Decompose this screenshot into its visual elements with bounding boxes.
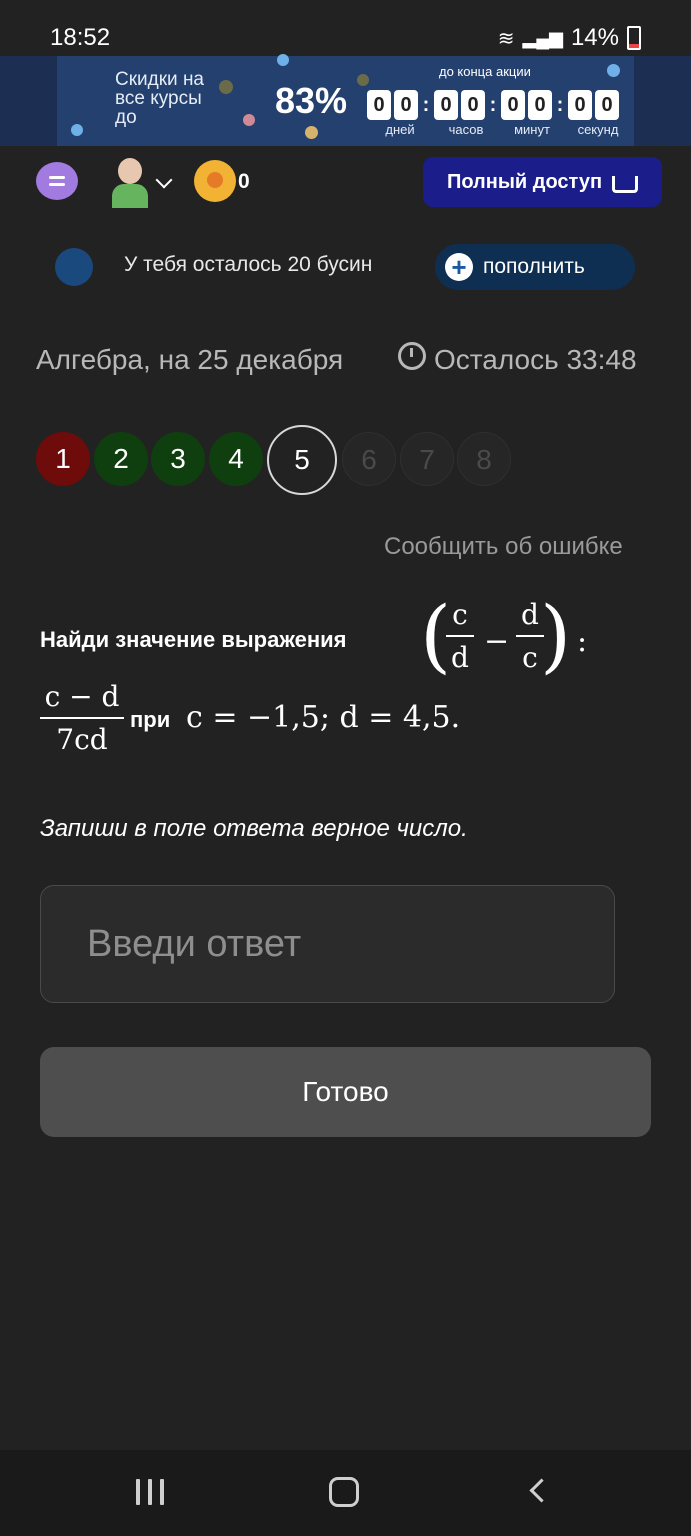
home-icon[interactable] — [329, 1477, 359, 1507]
question-8[interactable]: 8 — [457, 432, 511, 486]
banner-percent: 83% — [275, 80, 348, 121]
question-5[interactable]: 5 — [267, 425, 337, 495]
question-2[interactable]: 2 — [94, 432, 148, 486]
timer-text: Осталось 33:48 — [434, 344, 637, 375]
fraction-denominator: d — [451, 641, 469, 674]
question-3[interactable]: 3 — [151, 432, 205, 486]
avatar-head — [118, 158, 142, 184]
full-access-button[interactable]: Полный доступ — [423, 157, 662, 207]
countdown-digit: 0 — [568, 90, 592, 120]
plus-icon: + — [445, 253, 473, 281]
done-label: Готово — [302, 1076, 389, 1107]
question-7[interactable]: 7 — [400, 432, 454, 486]
countdown-digit: 0 — [461, 90, 485, 120]
countdown-digit: 0 — [528, 90, 552, 120]
recent-apps-icon[interactable] — [136, 1479, 164, 1505]
condition-values: c = −1,5; d = 4,5. — [186, 700, 461, 735]
fraction-numerator: c − d — [44, 680, 120, 713]
stopwatch-icon — [398, 342, 426, 370]
chevron-down-icon[interactable] — [155, 171, 173, 189]
chat-icon[interactable] — [36, 162, 78, 200]
countdown-colon: : — [489, 93, 497, 116]
signal-icon: ▂▄▆ — [522, 27, 563, 48]
fraction-bar — [446, 635, 474, 637]
countdown-units: дней часов минут секунд — [367, 122, 631, 137]
unit-hours: часов — [448, 122, 484, 137]
fraction-c-over-d: c d — [446, 598, 474, 674]
full-access-label: Полный доступ — [446, 170, 603, 193]
decor-dot — [607, 64, 620, 77]
test-subject: Алгебра, на 25 декабря — [36, 344, 344, 375]
promo-banner[interactable]: Скидки на все курсы до 83% до конца акци… — [57, 54, 634, 146]
cart-icon — [612, 175, 639, 193]
countdown-digit: 0 — [394, 90, 418, 120]
task-text: Найди значение выражения — [40, 627, 347, 652]
unit-minutes: минут — [514, 122, 550, 137]
condition-label: при — [130, 707, 171, 732]
countdown-colon: : — [556, 93, 564, 116]
minus-sign: − — [484, 624, 510, 659]
topup-button[interactable]: + пополнить — [435, 244, 635, 290]
fraction-denominator: 7cd — [56, 723, 108, 756]
countdown-digit: 0 — [367, 90, 391, 120]
wifi-icon: ≋ — [497, 27, 515, 50]
decor-dot — [305, 126, 318, 139]
avatar-body — [112, 184, 148, 208]
status-right: ≋ ▂▄▆ 14% — [498, 24, 641, 52]
countdown-caption: до конца акции — [439, 64, 531, 79]
report-error-link[interactable]: Сообщить об ошибке — [384, 533, 623, 561]
decor-dot — [71, 124, 83, 136]
countdown-digit: 0 — [501, 90, 525, 120]
battery-percent: 14% — [570, 24, 619, 51]
countdown-digit: 0 — [595, 90, 619, 120]
answer-input[interactable] — [40, 885, 615, 1003]
fraction-bar — [40, 717, 124, 719]
question-4[interactable]: 4 — [209, 432, 263, 486]
status-time: 18:52 — [50, 24, 111, 51]
unit-days: дней — [385, 122, 415, 137]
topup-label: пополнить — [483, 255, 585, 278]
countdown-colon: : — [422, 93, 430, 116]
decor-dot — [357, 74, 369, 86]
instruction-text: Запиши в поле ответа верное число. — [40, 815, 468, 842]
bead-icon — [55, 248, 93, 286]
countdown: 0 0 : 0 0 : 0 0 : 0 0 — [367, 90, 622, 120]
question-1[interactable]: 1 — [36, 432, 90, 486]
right-paren: ) — [540, 589, 572, 682]
done-button[interactable]: Готово — [40, 1047, 651, 1137]
banner-text: Скидки на все курсы до — [115, 69, 204, 128]
question-6[interactable]: 6 — [342, 432, 396, 486]
divide-sign: : — [577, 624, 588, 659]
coin-icon[interactable] — [194, 160, 236, 202]
coin-count: 0 — [238, 170, 250, 193]
fraction-c-minus-d-over-7cd: c − d 7cd — [40, 680, 124, 756]
decor-dot — [277, 54, 289, 66]
avatar[interactable] — [110, 158, 150, 208]
status-bar: 18:52 ≋ ▂▄▆ 14% — [0, 0, 691, 56]
beads-remaining-text: У тебя осталось 20 бусин — [124, 253, 373, 276]
battery-icon — [627, 26, 641, 50]
countdown-digit: 0 — [434, 90, 458, 120]
unit-seconds: секунд — [577, 122, 619, 137]
fraction-numerator: c — [452, 598, 468, 631]
decor-dot — [243, 114, 255, 126]
